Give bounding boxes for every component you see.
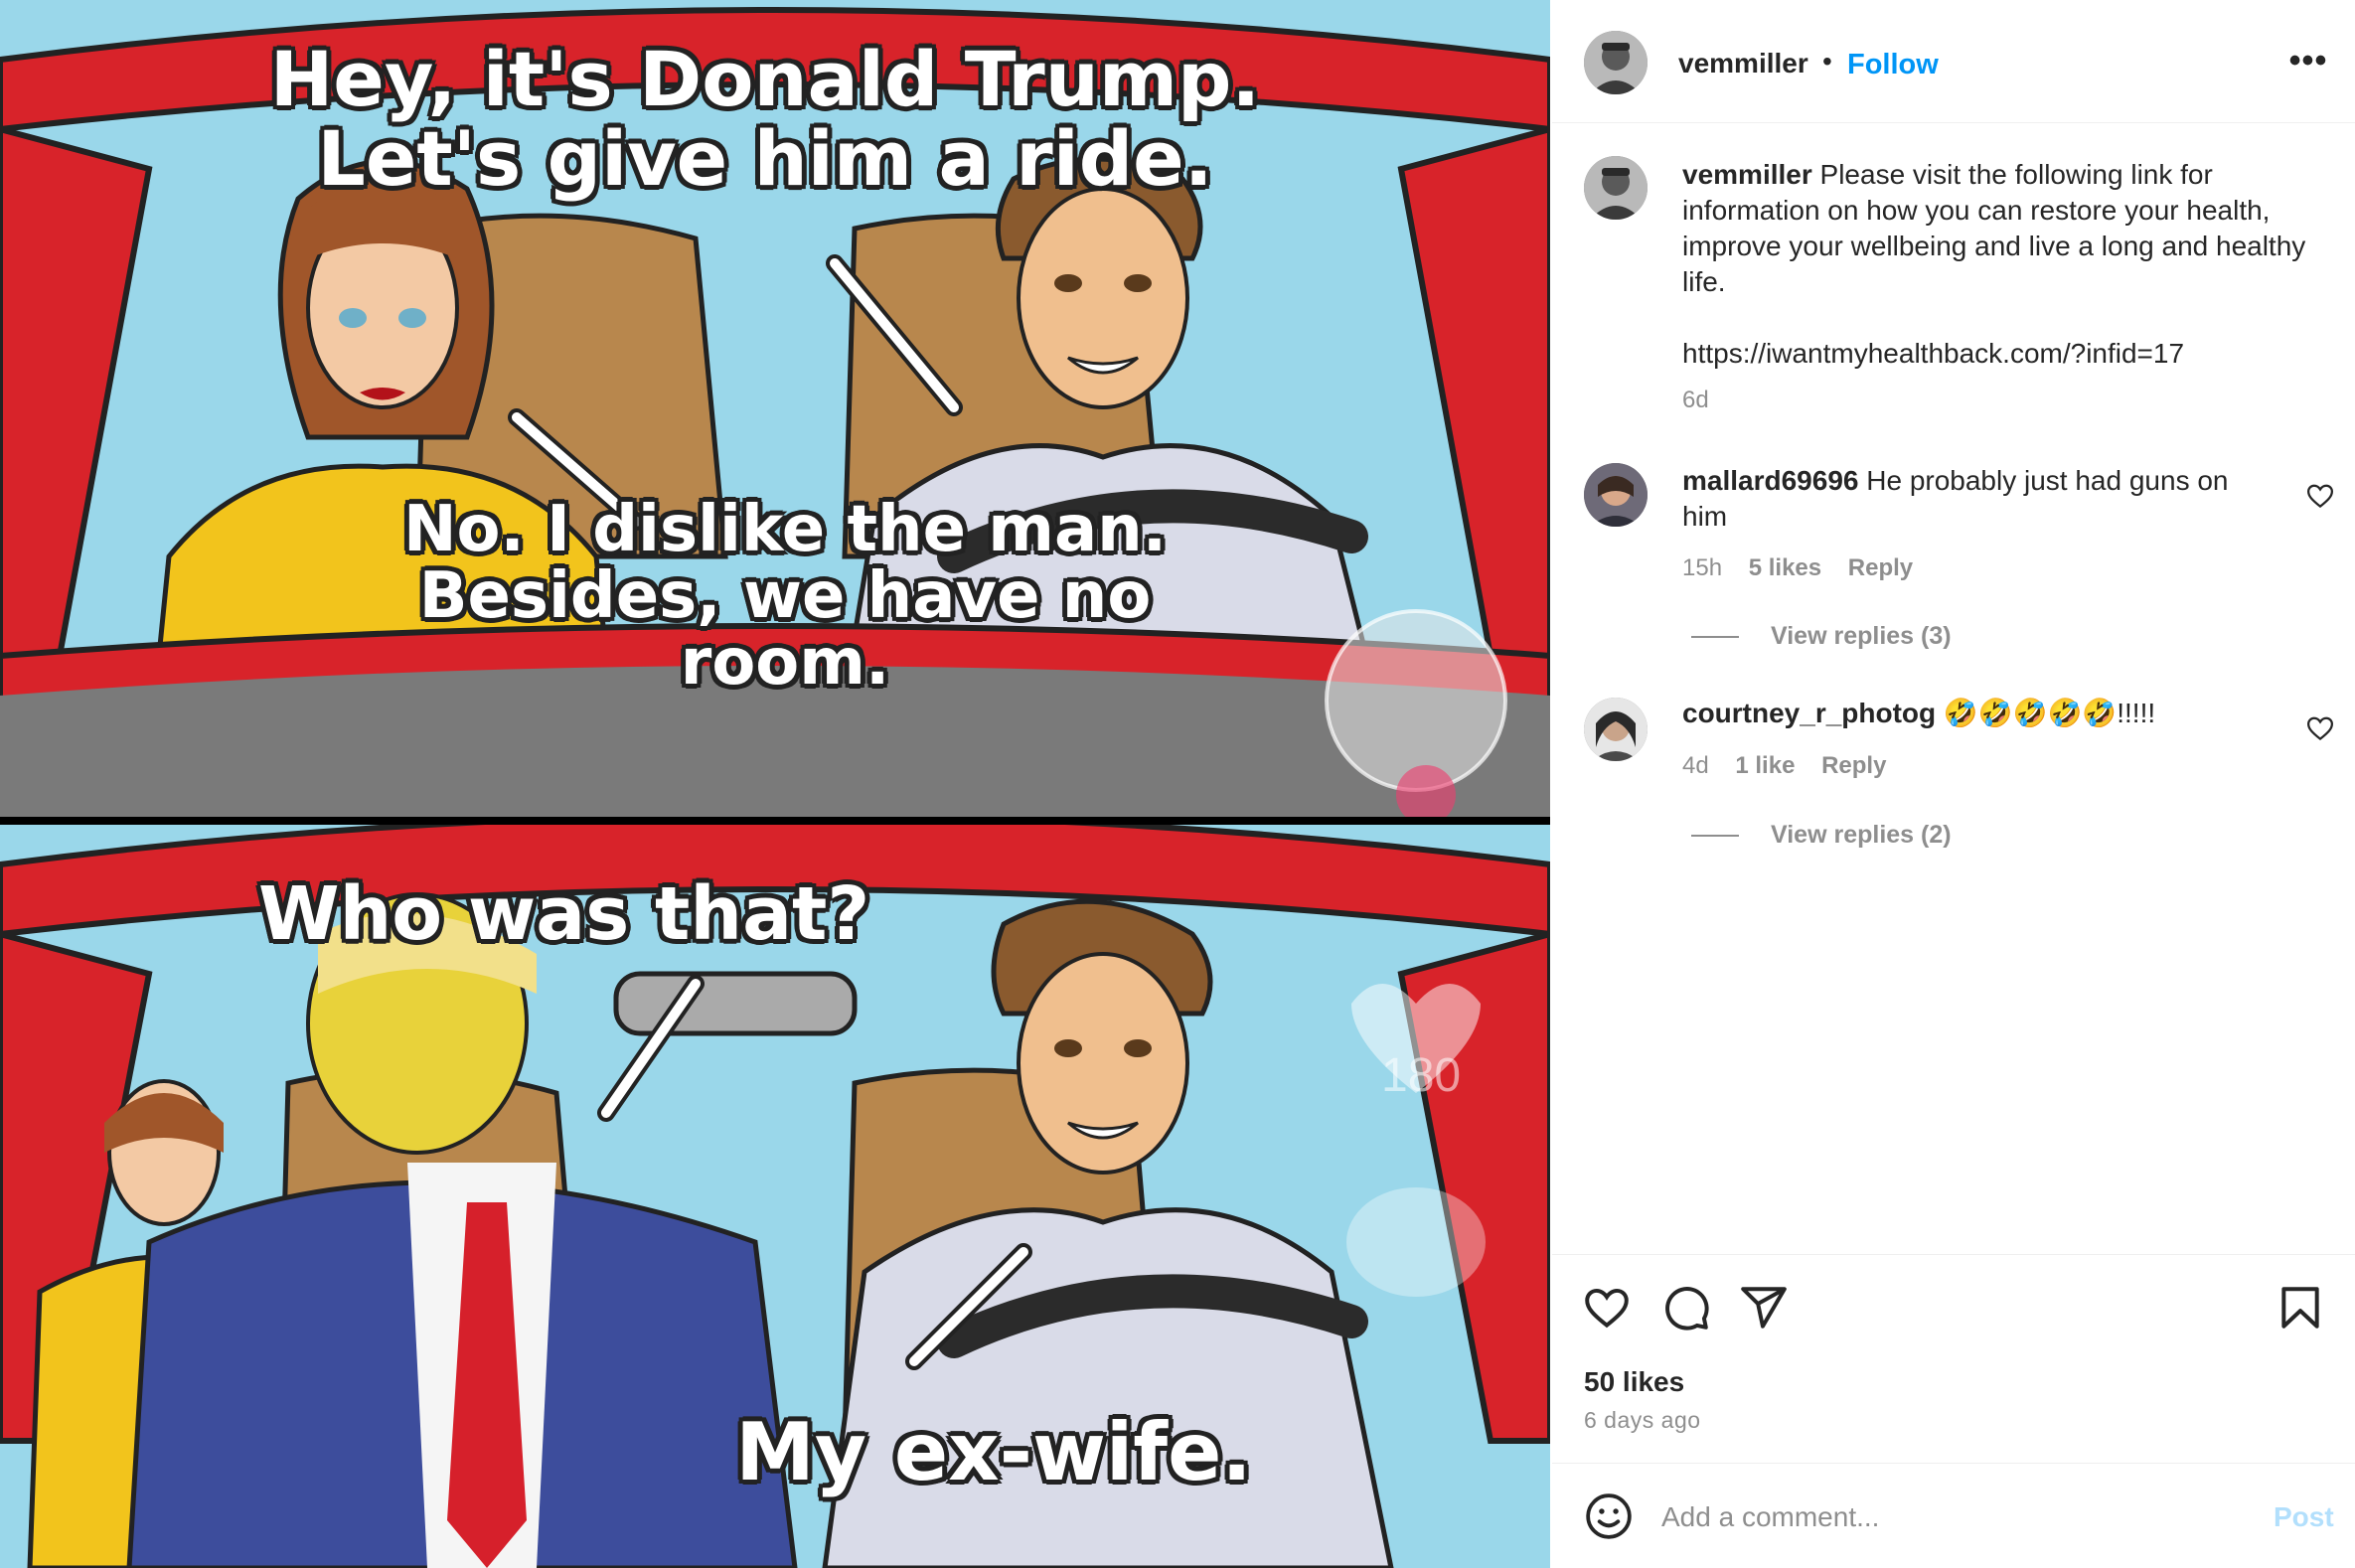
bookmark-icon[interactable] xyxy=(2276,1283,2325,1333)
caption-top-2: No. I dislike the man. Besides, we have … xyxy=(402,493,1168,701)
comment-heart-icon[interactable] xyxy=(2305,713,2335,743)
comic-panel-top: Hey, it's Donald Trump. Let's give him a… xyxy=(0,0,1550,817)
caption-author-avatar[interactable] xyxy=(1584,156,1648,220)
comment-text: 🤣🤣🤣🤣🤣!!!!! xyxy=(1943,698,2156,728)
overlay-like-count: 180 xyxy=(1381,1049,1462,1102)
post-window: Hey, it's Donald Trump. Let's give him a… xyxy=(0,0,2355,1568)
reply-button[interactable]: Reply xyxy=(1848,554,1913,581)
follow-button[interactable]: Follow xyxy=(1847,49,1939,81)
caption-timestamp[interactable]: 6d xyxy=(1682,387,1709,414)
post-sidebar: vemmiller • Follow ••• vemmiller Please … xyxy=(1552,0,2355,1568)
comment-likes[interactable]: 1 like xyxy=(1735,752,1795,779)
comment-meta: 4d 1 like Reply xyxy=(1682,752,1906,780)
post-caption: vemmiller Please visit the following lin… xyxy=(1682,157,2318,300)
comment-meta: 15h 5 likes Reply xyxy=(1682,554,1933,582)
commenter-avatar[interactable] xyxy=(1584,463,1648,527)
view-replies-label: View replies (3) xyxy=(1771,622,1952,650)
caption-link[interactable]: https://iwantmyhealthback.com/?infid=17 xyxy=(1682,338,2184,370)
comment-icon[interactable] xyxy=(1661,1283,1711,1333)
author-avatar[interactable] xyxy=(1584,31,1648,94)
comment-input[interactable] xyxy=(1661,1495,2218,1539)
heart-icon[interactable] xyxy=(1582,1283,1632,1333)
view-replies-button[interactable]: View replies (3) xyxy=(1691,622,1952,651)
view-replies-button[interactable]: View replies (2) xyxy=(1691,821,1952,850)
likes-count[interactable]: 50 likes xyxy=(1584,1366,1684,1398)
post-actions: 50 likes 6 days ago xyxy=(1552,1254,2355,1463)
view-replies-label: View replies (2) xyxy=(1771,821,1952,849)
caption-bottom-2: My ex-wife. xyxy=(735,1406,1252,1498)
comment-body: courtney_r_photog 🤣🤣🤣🤣🤣!!!!! xyxy=(1682,696,2259,731)
post-header: vemmiller • Follow ••• xyxy=(1552,0,2355,123)
comment-time[interactable]: 15h xyxy=(1682,554,1722,581)
caption-top-1: Hey, it's Donald Trump. Let's give him a… xyxy=(269,35,1261,203)
emoji-icon[interactable] xyxy=(1584,1491,1634,1541)
comment-time[interactable]: 4d xyxy=(1682,752,1709,779)
replies-divider xyxy=(1691,835,1739,838)
comic-panel-bottom: Who was that? My ex-wife. xyxy=(0,825,1550,1568)
comment-heart-icon[interactable] xyxy=(2305,481,2335,511)
post-date[interactable]: 6 days ago xyxy=(1584,1407,1701,1434)
replies-divider xyxy=(1691,636,1739,639)
commenter-username[interactable]: courtney_r_photog xyxy=(1682,698,1936,728)
commenter-avatar[interactable] xyxy=(1584,698,1648,761)
share-icon[interactable] xyxy=(1739,1283,1789,1333)
add-comment-bar: Post xyxy=(1552,1463,2355,1568)
commenter-username[interactable]: mallard69696 xyxy=(1682,465,1858,496)
post-comment-button[interactable]: Post xyxy=(2274,1501,2334,1533)
caption-username[interactable]: vemmiller xyxy=(1682,159,1812,190)
comment-body: mallard69696 He probably just had guns o… xyxy=(1682,463,2259,535)
more-options-icon[interactable]: ••• xyxy=(2283,36,2333,85)
reply-button[interactable]: Reply xyxy=(1821,752,1886,779)
comment-likes[interactable]: 5 likes xyxy=(1749,554,1821,581)
author-username[interactable]: vemmiller xyxy=(1678,48,1808,79)
post-image[interactable]: Hey, it's Donald Trump. Let's give him a… xyxy=(0,0,1550,1568)
caption-bottom-1: Who was that? xyxy=(258,871,870,957)
separator-dot: • xyxy=(1822,46,1832,77)
